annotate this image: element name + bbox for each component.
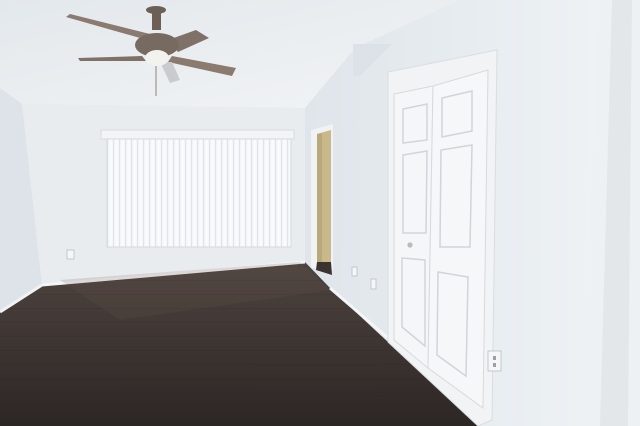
room-illustration xyxy=(0,0,640,426)
closet-door-knob[interactable] xyxy=(407,242,413,248)
outlet-right-wall-3 xyxy=(487,350,502,372)
bedroom-photo xyxy=(0,0,640,426)
vertical-blinds xyxy=(107,139,291,247)
outlet-right-wall-1 xyxy=(351,266,358,277)
closet-door-right[interactable] xyxy=(427,69,489,409)
window-valance xyxy=(100,129,295,140)
outlet-back-wall xyxy=(66,249,75,260)
outlet-right-wall-2 xyxy=(370,278,377,290)
